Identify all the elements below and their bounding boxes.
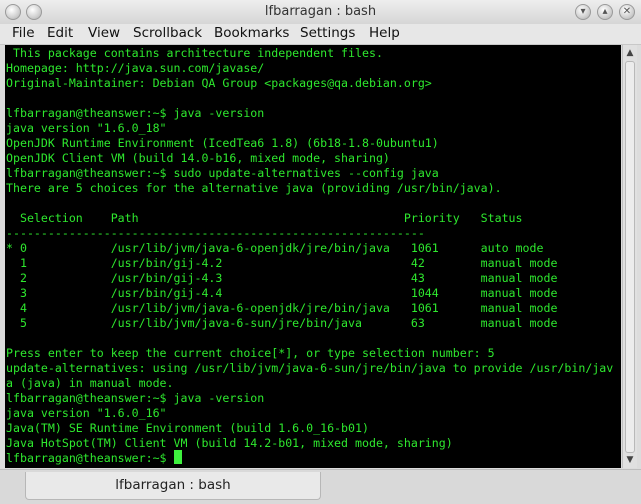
terminal-line: Selection Path Priority Status [6,211,523,225]
menu-bookmarks[interactable]: Bookmarks [214,25,289,41]
text-cursor [174,450,182,464]
terminal-line: 2 /usr/bin/gij-4.3 43 manual mode [6,271,558,285]
terminal-line: Press enter to keep the current choice[*… [6,346,495,360]
terminal-line: 5 /usr/lib/jvm/java-6-sun/jre/bin/java 6… [6,316,558,330]
menu-edit[interactable]: Edit [47,25,73,41]
terminal-line: OpenJDK Runtime Environment (IcedTea6 1.… [6,136,439,150]
terminal-line: lfbarragan@theanswer:~$ [6,451,174,465]
terminal-line: 3 /usr/bin/gij-4.4 1044 manual mode [6,286,558,300]
terminal-line: update-alternatives: using /usr/lib/jvm/… [6,361,614,375]
close-icon[interactable]: ✕ [619,4,635,20]
terminal-line: 4 /usr/lib/jvm/java-6-openjdk/jre/bin/ja… [6,301,558,315]
terminal-line: Java(TM) SE Runtime Environment (build 1… [6,421,369,435]
terminal-line: a (java) in manual mode. [6,376,174,390]
terminal-line: Java HotSpot(TM) Client VM (build 14.2-b… [6,436,453,450]
scrollbar-thumb[interactable] [625,61,635,453]
terminal-line: Original-Maintainer: Debian QA Group <pa… [6,76,432,90]
terminal-line: There are 5 choices for the alternative … [6,181,502,195]
terminal-line: lfbarragan@theanswer:~$ java -version [6,106,265,120]
terminal-line: lfbarragan@theanswer:~$ java -version [6,391,265,405]
tab-label: lfbarragan : bash [115,477,231,493]
menu-view[interactable]: View [88,25,120,41]
vertical-scrollbar[interactable]: ▲ ▼ [622,45,637,468]
terminal-line: java version "1.6.0_18" [6,121,167,135]
terminal-line: lfbarragan@theanswer:~$ sudo update-alte… [6,166,439,180]
tab-bash-session[interactable]: lfbarragan : bash [25,472,321,500]
terminal-line: OpenJDK Client VM (build 14.0-b16, mixed… [6,151,390,165]
menu-file[interactable]: File [12,25,35,41]
menu-scrollback[interactable]: Scrollback [133,25,202,41]
menu-help[interactable]: Help [369,25,400,41]
terminal-line: ----------------------------------------… [6,226,425,240]
terminal-output[interactable]: This package contains architecture indep… [5,45,621,468]
terminal-line: 1 /usr/bin/gij-4.2 42 manual mode [6,256,558,270]
minimize-icon[interactable]: ▾ [575,4,591,20]
menu-bar: File Edit View Scrollback Bookmarks Sett… [0,24,641,45]
scroll-down-icon[interactable]: ▼ [624,454,636,466]
terminal-line: Homepage: http://java.sun.com/javase/ [6,61,265,75]
title-bar: lfbarragan : bash ▾ ▴ ✕ [0,0,641,25]
scroll-up-icon[interactable]: ▲ [624,47,636,59]
menu-settings[interactable]: Settings [300,25,355,41]
terminal-line: * 0 /usr/lib/jvm/java-6-openjdk/jre/bin/… [6,241,544,255]
window-title: lfbarragan : bash [264,4,377,19]
tab-bar: lfbarragan : bash [0,469,641,504]
maximize-icon[interactable]: ▴ [597,4,613,20]
terminal-line: This package contains architecture indep… [6,46,383,60]
terminal-line: java version "1.6.0_16" [6,406,167,420]
